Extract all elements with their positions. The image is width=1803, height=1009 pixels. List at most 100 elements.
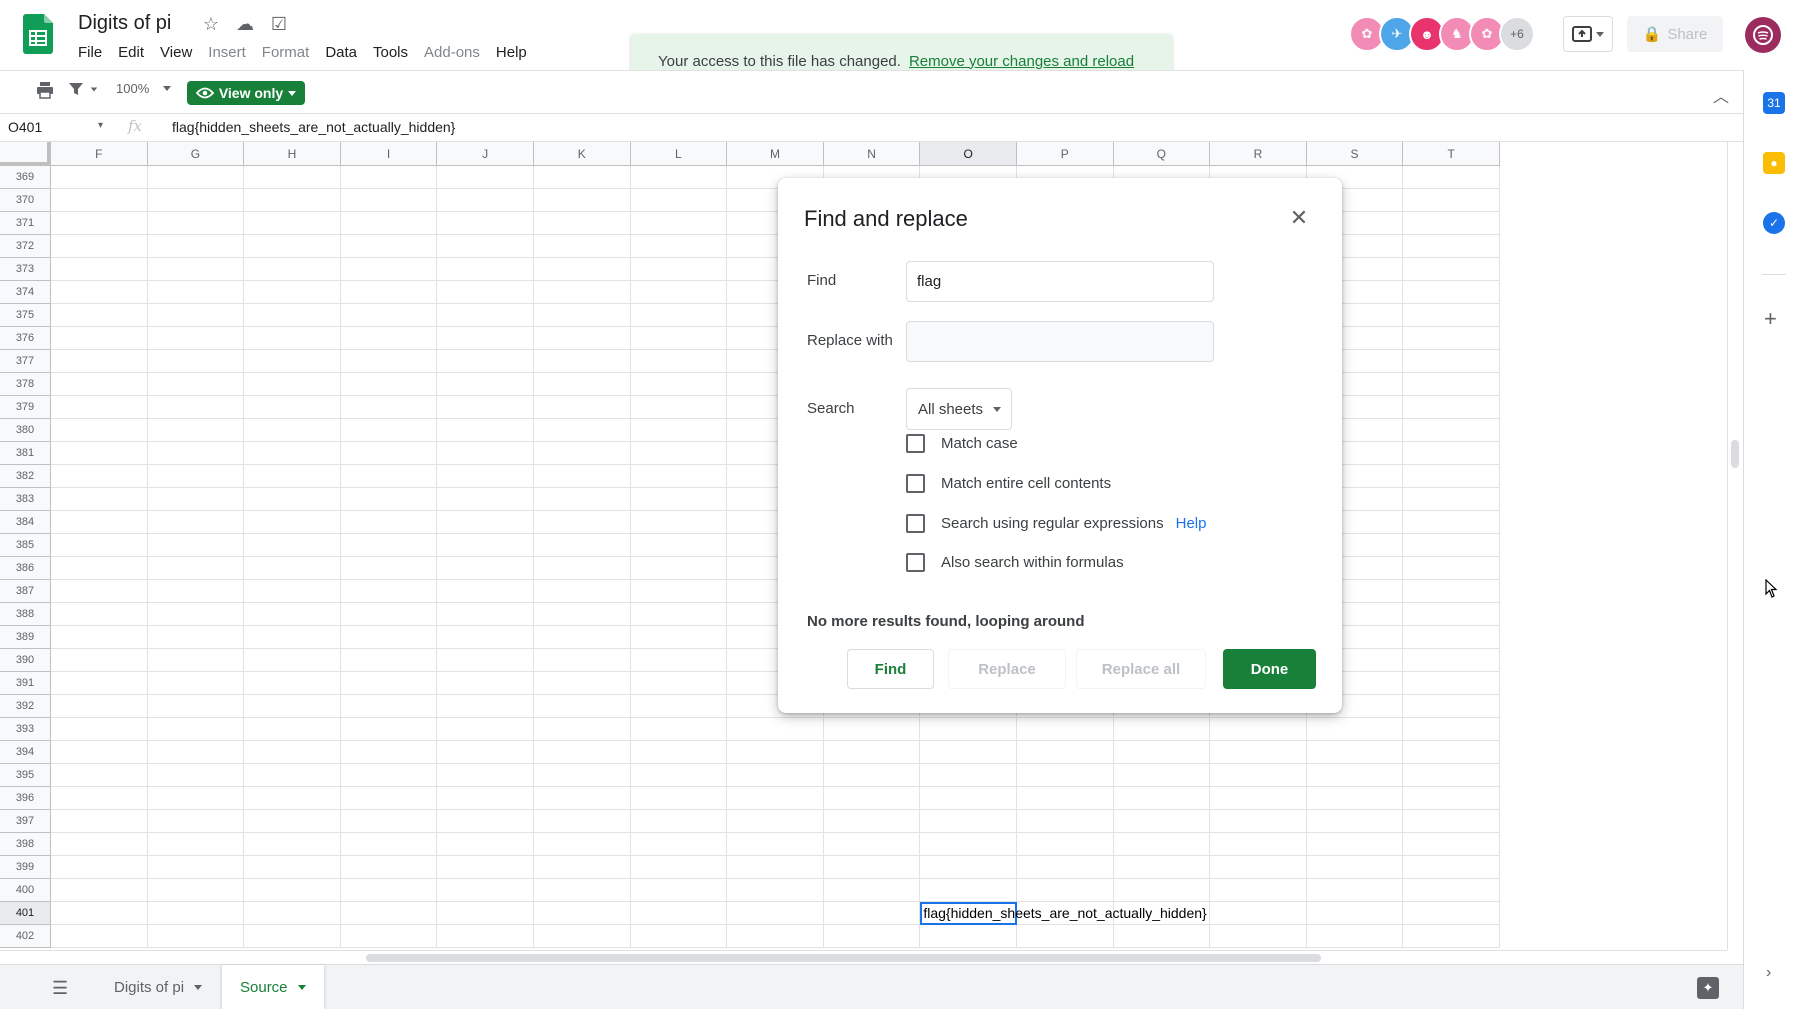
grid-cell[interactable] xyxy=(533,902,631,925)
grid-cell[interactable] xyxy=(437,695,534,718)
collapse-menus-icon[interactable]: ︿ xyxy=(1713,83,1729,107)
column-header-i[interactable]: I xyxy=(340,142,438,166)
grid-cell[interactable] xyxy=(51,879,148,902)
row-header[interactable]: 386 xyxy=(0,557,51,580)
grid-cell[interactable] xyxy=(437,787,534,810)
grid-cell[interactable] xyxy=(51,764,148,787)
grid-cell[interactable] xyxy=(244,580,341,603)
grid-cell[interactable] xyxy=(920,925,1017,948)
grid-cell[interactable] xyxy=(1403,580,1500,603)
grid-cell[interactable] xyxy=(340,235,438,258)
grid-cell[interactable] xyxy=(147,833,245,856)
grid-cell[interactable] xyxy=(244,718,341,741)
grid-cell[interactable] xyxy=(920,810,1017,833)
grid-cell[interactable] xyxy=(340,327,438,350)
active-cell[interactable]: flag{hidden_sheets_are_not_actually_hidd… xyxy=(920,902,1207,925)
grid-cell[interactable] xyxy=(1403,672,1500,695)
grid-cell[interactable] xyxy=(1306,902,1404,925)
grid-cell[interactable] xyxy=(340,925,438,948)
grid-cell[interactable] xyxy=(533,189,631,212)
grid-cell[interactable] xyxy=(1403,879,1500,902)
vertical-scrollbar[interactable] xyxy=(1727,142,1743,950)
menu-tools[interactable]: Tools xyxy=(365,42,416,63)
row-header[interactable]: 380 xyxy=(0,419,51,442)
grid-cell[interactable] xyxy=(1403,557,1500,580)
column-header-s[interactable]: S xyxy=(1306,142,1404,166)
grid-cell[interactable] xyxy=(147,580,245,603)
grid-cell[interactable] xyxy=(1113,787,1211,810)
grid-cell[interactable] xyxy=(340,258,438,281)
grid-cell[interactable] xyxy=(437,350,534,373)
grid-cell[interactable] xyxy=(1306,764,1404,787)
grid-cell[interactable] xyxy=(1403,764,1500,787)
grid-cell[interactable] xyxy=(1016,925,1114,948)
grid-cell[interactable] xyxy=(51,603,148,626)
grid-cell[interactable] xyxy=(1403,419,1500,442)
row-header[interactable]: 400 xyxy=(0,879,51,902)
grid-cell[interactable] xyxy=(1210,925,1307,948)
grid-cell[interactable] xyxy=(727,718,824,741)
menu-insert[interactable]: Insert xyxy=(200,42,254,63)
grid-cell[interactable] xyxy=(533,764,631,787)
grid-cell[interactable] xyxy=(1403,511,1500,534)
grid-cell[interactable] xyxy=(147,511,245,534)
grid-cell[interactable] xyxy=(1403,534,1500,557)
grid-cell[interactable] xyxy=(244,189,341,212)
grid-cell[interactable] xyxy=(533,373,631,396)
print-icon[interactable] xyxy=(36,81,54,99)
grid-cell[interactable] xyxy=(1306,787,1404,810)
grid-cell[interactable] xyxy=(51,695,148,718)
row-header[interactable]: 376 xyxy=(0,327,51,350)
grid-cell[interactable] xyxy=(340,557,438,580)
column-header-j[interactable]: J xyxy=(437,142,534,166)
grid-cell[interactable] xyxy=(244,672,341,695)
grid-cell[interactable] xyxy=(1403,442,1500,465)
grid-cell[interactable] xyxy=(340,350,438,373)
star-icon[interactable]: ☆ xyxy=(200,13,222,35)
grid-cell[interactable] xyxy=(1113,810,1211,833)
column-header-g[interactable]: G xyxy=(147,142,245,166)
cloud-status-icon[interactable]: ☁ xyxy=(234,13,256,35)
grid-cell[interactable] xyxy=(1403,810,1500,833)
grid-cell[interactable] xyxy=(147,626,245,649)
grid-cell[interactable] xyxy=(51,419,148,442)
grid-cell[interactable] xyxy=(437,396,534,419)
grid-cell[interactable] xyxy=(147,488,245,511)
grid-cell[interactable] xyxy=(437,534,534,557)
grid-cell[interactable] xyxy=(533,281,631,304)
grid-cell[interactable] xyxy=(147,856,245,879)
grid-cell[interactable] xyxy=(920,833,1017,856)
grid-cell[interactable] xyxy=(630,718,728,741)
column-header-k[interactable]: K xyxy=(533,142,631,166)
grid-cell[interactable] xyxy=(630,373,728,396)
row-header[interactable]: 399 xyxy=(0,856,51,879)
row-header[interactable]: 394 xyxy=(0,741,51,764)
grid-cell[interactable] xyxy=(630,511,728,534)
grid-cell[interactable] xyxy=(340,419,438,442)
grid-cell[interactable] xyxy=(244,764,341,787)
grid-cell[interactable] xyxy=(1210,902,1307,925)
chevron-down-icon[interactable] xyxy=(194,984,203,990)
grid-cell[interactable] xyxy=(1016,810,1114,833)
grid-cell[interactable] xyxy=(1113,833,1211,856)
grid-cell[interactable] xyxy=(1306,879,1404,902)
grid-cell[interactable] xyxy=(727,902,824,925)
row-header[interactable]: 390 xyxy=(0,649,51,672)
grid-cell[interactable] xyxy=(51,649,148,672)
row-header[interactable]: 397 xyxy=(0,810,51,833)
grid-cell[interactable] xyxy=(51,488,148,511)
grid-cell[interactable] xyxy=(244,925,341,948)
grid-cell[interactable] xyxy=(147,373,245,396)
row-header[interactable]: 392 xyxy=(0,695,51,718)
grid-cell[interactable] xyxy=(437,166,534,189)
menu-add-ons[interactable]: Add-ons xyxy=(416,42,488,63)
grid-cell[interactable] xyxy=(533,442,631,465)
grid-cell[interactable] xyxy=(51,373,148,396)
grid-cell[interactable] xyxy=(1403,695,1500,718)
grid-cell[interactable] xyxy=(147,442,245,465)
grid-cell[interactable] xyxy=(1403,465,1500,488)
grid-cell[interactable] xyxy=(51,212,148,235)
grid-cell[interactable] xyxy=(51,166,148,189)
grid-cell[interactable] xyxy=(630,396,728,419)
grid-cell[interactable] xyxy=(630,879,728,902)
